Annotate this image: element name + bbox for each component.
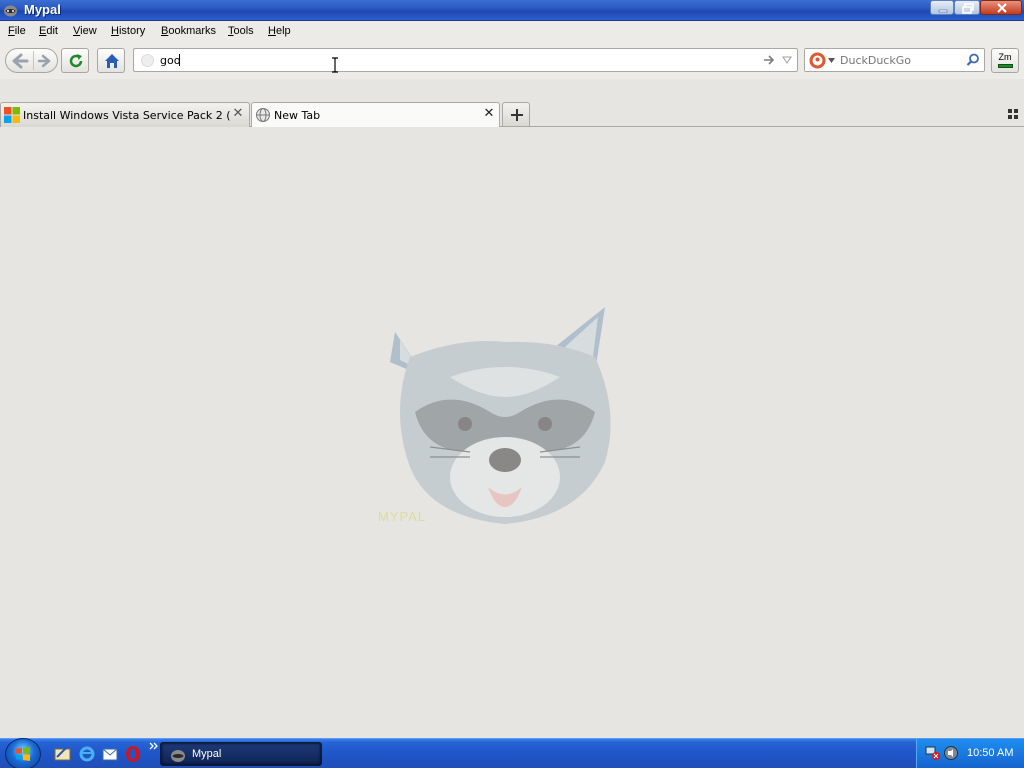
url-input[interactable]: [160, 52, 720, 68]
go-arrow-icon[interactable]: [762, 53, 776, 67]
globe-icon: [256, 108, 270, 122]
menu-history[interactable]: History: [111, 25, 145, 37]
tab-label: Install Windows Vista Service Pack 2 (SP…: [23, 109, 231, 122]
mypal-app-icon: [171, 750, 185, 762]
back-forward-group: [5, 48, 58, 73]
menu-edit[interactable]: Edit: [39, 25, 58, 37]
taskbar-window-label: Mypal: [192, 748, 222, 760]
windows-taskbar: Mypal 10:50 AM: [0, 738, 1024, 768]
internet-explorer-icon[interactable]: [78, 745, 96, 763]
start-button[interactable]: [5, 738, 41, 768]
back-arrow-icon[interactable]: [9, 51, 31, 71]
volume-icon[interactable]: [943, 745, 959, 761]
quick-launch-overflow-icon[interactable]: [149, 742, 159, 750]
url-bar[interactable]: [133, 48, 798, 72]
tab-windows-vista-sp2[interactable]: Install Windows Vista Service Pack 2 (SP…: [0, 102, 250, 127]
menu-tools[interactable]: Tools: [228, 25, 254, 37]
zoom-button[interactable]: Zm: [991, 48, 1019, 73]
taskbar-window-mypal[interactable]: Mypal: [160, 742, 322, 766]
mypal-app-icon: [4, 5, 17, 17]
site-identity-icon[interactable]: [141, 54, 154, 67]
home-icon: [105, 54, 119, 68]
menu-file[interactable]: File: [8, 25, 26, 37]
minimize-button[interactable]: [930, 0, 954, 15]
home-button[interactable]: [97, 48, 125, 73]
close-tab-icon[interactable]: ✕: [482, 107, 496, 121]
search-input[interactable]: [840, 53, 960, 68]
history-dropdown-icon[interactable]: [782, 56, 792, 64]
new-tab-page: MYPAL: [0, 127, 1024, 738]
duckduckgo-icon[interactable]: [809, 52, 826, 69]
menu-view[interactable]: View: [73, 25, 97, 37]
windows-flag-icon: [16, 747, 30, 761]
search-icon[interactable]: [966, 53, 980, 67]
reload-button[interactable]: [61, 48, 89, 73]
network-warning-icon[interactable]: [925, 745, 941, 761]
search-bar[interactable]: [804, 48, 985, 72]
navigation-toolbar: Zm: [0, 42, 1024, 79]
ibeam-cursor-icon: [332, 57, 338, 73]
tab-strip: Install Windows Vista Service Pack 2 (SP…: [0, 79, 1024, 128]
mypal-caption-text: MYPAL: [378, 509, 427, 524]
show-desktop-icon[interactable]: [54, 745, 72, 763]
window-title: Mypal: [24, 2, 61, 17]
new-tab-button[interactable]: [502, 102, 530, 126]
forward-arrow-icon[interactable]: [35, 51, 55, 71]
opera-icon[interactable]: [124, 745, 142, 763]
menu-bar: File Edit View History Bookmarks Tools H…: [0, 21, 1024, 42]
text-caret: [179, 54, 180, 66]
zoom-level-bar: [998, 64, 1013, 68]
outlook-express-icon[interactable]: [101, 745, 119, 763]
restore-button[interactable]: [954, 0, 980, 15]
windows-logo-icon: [4, 107, 20, 123]
system-tray: 10:50 AM: [916, 739, 1024, 768]
reload-icon: [69, 54, 83, 68]
zoom-label: Zm: [998, 52, 1012, 62]
tab-new-tab[interactable]: New Tab ✕: [251, 102, 500, 128]
menu-bookmarks[interactable]: Bookmarks: [161, 25, 216, 37]
close-window-button[interactable]: [980, 0, 1022, 15]
plus-icon: [511, 109, 523, 121]
search-engine-dropdown-icon[interactable]: [828, 58, 835, 63]
close-tab-icon[interactable]: ✕: [231, 107, 245, 121]
raccoon-mascot-logo: [390, 307, 611, 524]
tab-label: New Tab: [274, 109, 321, 122]
tab-groups-icon[interactable]: [1008, 109, 1018, 119]
menu-help[interactable]: Help: [268, 25, 291, 37]
window-titlebar[interactable]: Mypal: [0, 0, 1024, 21]
system-clock[interactable]: 10:50 AM: [967, 747, 1013, 759]
